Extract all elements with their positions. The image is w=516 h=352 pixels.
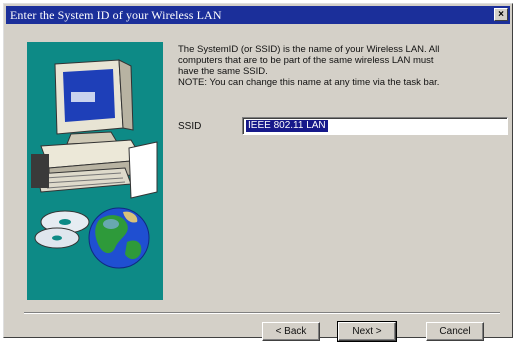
ssid-input[interactable]: IEEE 802.11 LAN (242, 117, 508, 135)
computer-and-globe-illustration (31, 59, 158, 269)
next-button[interactable]: Next > (337, 321, 397, 342)
monitor-icon (54, 59, 134, 145)
wizard-illustration (27, 42, 163, 300)
window-title: Enter the System ID of your Wireless LAN (10, 7, 222, 22)
description-note: NOTE: You can change this name at any ti… (178, 77, 440, 88)
wizard-window: Enter the System ID of your Wireless LAN… (3, 3, 513, 342)
cancel-button[interactable]: Cancel (426, 322, 484, 341)
button-divider (24, 312, 500, 314)
description-line: computers that are to be part of the sam… (178, 55, 434, 66)
globe-icon (88, 207, 150, 269)
close-button[interactable]: × (494, 8, 508, 21)
title-bar: Enter the System ID of your Wireless LAN… (6, 6, 510, 24)
cd-icon (34, 210, 90, 249)
keyboard-icon (31, 139, 144, 193)
ssid-label: SSID (178, 121, 202, 132)
description-line: have the same SSID. (178, 66, 268, 77)
ssid-value[interactable]: IEEE 802.11 LAN (246, 120, 328, 132)
back-button[interactable]: < Back (262, 322, 320, 341)
description-line: The SystemID (or SSID) is the name of yo… (178, 44, 440, 55)
description-text: The SystemID (or SSID) is the name of yo… (178, 44, 504, 88)
door-icon (128, 141, 158, 199)
